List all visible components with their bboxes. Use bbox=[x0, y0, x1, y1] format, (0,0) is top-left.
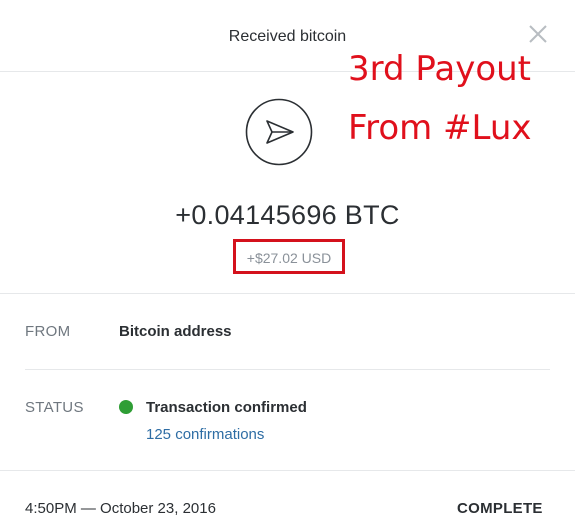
from-value: Bitcoin address bbox=[119, 323, 232, 340]
send-arrow-icon bbox=[245, 98, 313, 166]
annotation-line-1: 3rd Payout bbox=[348, 49, 532, 89]
transaction-state: COMPLETE bbox=[457, 500, 543, 517]
from-label: FROM bbox=[25, 323, 71, 340]
divider bbox=[25, 369, 550, 370]
divider bbox=[0, 293, 575, 294]
status-dot-icon bbox=[119, 400, 133, 414]
divider bbox=[0, 470, 575, 471]
confirmations-link[interactable]: 125 confirmations bbox=[146, 426, 264, 443]
status-value: Transaction confirmed bbox=[146, 399, 307, 416]
annotation-line-2: From #Lux bbox=[348, 108, 532, 148]
transaction-timestamp: 4:50PM — October 23, 2016 bbox=[25, 500, 216, 517]
status-label: STATUS bbox=[25, 399, 84, 416]
usd-highlight-box: +$27.02 USD bbox=[233, 239, 345, 274]
dialog-title: Received bitcoin bbox=[228, 28, 347, 45]
close-icon[interactable] bbox=[526, 22, 550, 46]
amount-usd: +$27.02 USD bbox=[246, 250, 332, 266]
amount-btc: +0.04145696 BTC bbox=[175, 200, 400, 230]
